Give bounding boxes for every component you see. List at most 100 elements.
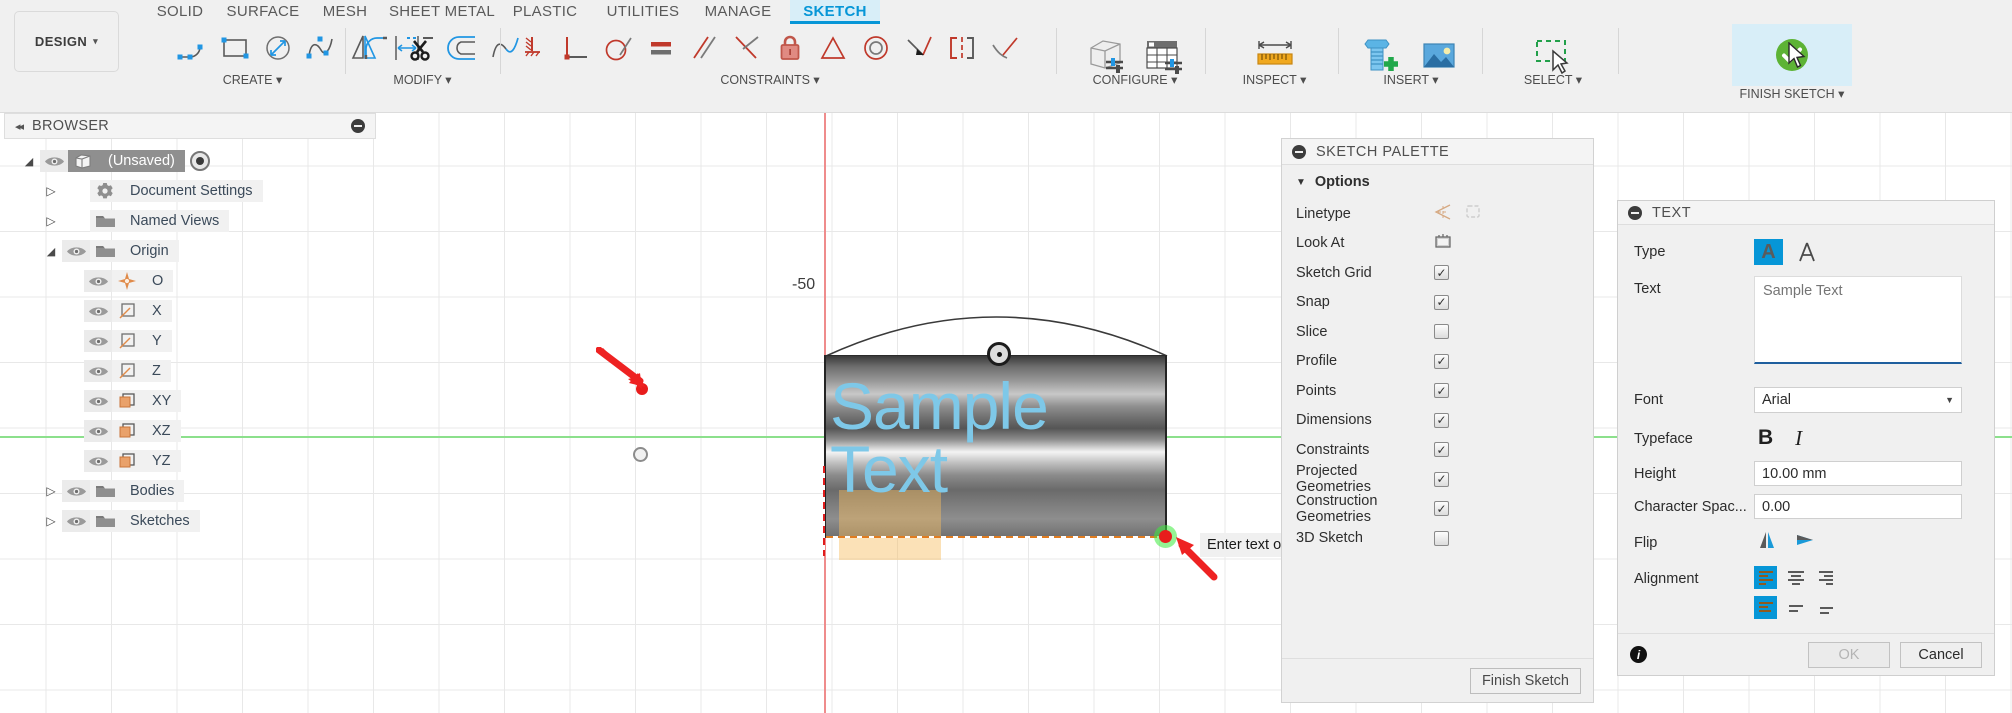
visibility-eye-icon[interactable] (84, 450, 112, 472)
ribbon-group-label-finish[interactable]: FINISH SKETCH ▾ (1732, 86, 1852, 101)
circle-dimension-icon[interactable] (256, 24, 299, 72)
sketch-origin-point[interactable] (633, 447, 648, 462)
browser-item-xz[interactable]: XZ (4, 416, 376, 446)
sketch-palette-row-linetype[interactable]: Linetype (1282, 199, 1593, 229)
character-spacing-input[interactable] (1754, 494, 1962, 519)
sketch-text-preview[interactable]: Sample Text (830, 373, 1160, 502)
checkbox-checked-icon[interactable]: ✓ (1434, 471, 1449, 487)
cancel-button[interactable]: Cancel (1900, 641, 1982, 668)
ribbon-tab-surface[interactable]: SURFACE (208, 0, 318, 24)
minus-circle-icon[interactable] (1628, 205, 1642, 220)
visibility-eye-icon[interactable] (62, 240, 90, 262)
ribbon-tab-utilities[interactable]: UTILITIES (588, 0, 698, 24)
parallel-icon[interactable] (682, 24, 725, 72)
tangent-icon[interactable] (596, 24, 639, 72)
minus-circle-icon[interactable] (351, 119, 365, 133)
browser-item-unsaved[interactable]: (Unsaved) (4, 146, 376, 176)
sketch-palette-row-construction-geometries[interactable]: Construction Geometries ✓ (1282, 493, 1593, 525)
spline-icon[interactable] (299, 24, 342, 72)
centerline-icon[interactable] (1434, 203, 1452, 224)
align-bottom-icon[interactable] (1814, 596, 1837, 619)
chevron-down-icon[interactable] (18, 155, 40, 168)
browser-item-yz[interactable]: YZ (4, 446, 376, 476)
sketch-palette-row-profile[interactable]: Profile ✓ (1282, 347, 1593, 377)
align-right-icon[interactable] (1814, 566, 1837, 589)
browser-item-y[interactable]: Y (4, 326, 376, 356)
visibility-eye-icon[interactable] (84, 360, 112, 382)
midpoint-icon[interactable] (811, 24, 854, 72)
browser-item-o[interactable]: O (4, 266, 376, 296)
checkbox-checked-icon[interactable]: ✓ (1434, 265, 1449, 281)
sketch-palette-row-points[interactable]: Points ✓ (1282, 376, 1593, 406)
checkbox-unchecked-icon[interactable] (1434, 530, 1449, 546)
ribbon-group-label-select[interactable]: SELECT ▾ (1498, 72, 1608, 87)
visibility-eye-icon[interactable] (84, 390, 112, 412)
fix-icon[interactable] (510, 24, 553, 72)
sketch-palette-row-sketch-grid[interactable]: Sketch Grid ✓ (1282, 258, 1593, 288)
text-input[interactable] (1754, 276, 1962, 364)
browser-item-x[interactable]: X (4, 296, 376, 326)
collapse-left-icon[interactable]: ◂◂ (15, 120, 24, 133)
sketch-palette-row-dimensions[interactable]: Dimensions ✓ (1282, 406, 1593, 436)
rectangle-icon[interactable] (213, 24, 256, 72)
sketch-palette-options-section[interactable]: ▼ Options (1282, 165, 1593, 199)
checkbox-unchecked-icon[interactable] (1434, 324, 1449, 340)
checkbox-checked-icon[interactable]: ✓ (1434, 501, 1449, 517)
align-center-icon[interactable] (1784, 566, 1807, 589)
sketch-palette-header[interactable]: SKETCH PALETTE (1282, 139, 1593, 165)
fillet-icon[interactable] (355, 24, 398, 72)
italic-icon[interactable]: I (1795, 426, 1802, 451)
sketch-palette-row-3d-sketch[interactable]: 3D Sketch (1282, 524, 1593, 554)
ribbon-group-label-modify[interactable]: MODIFY ▾ (355, 72, 490, 87)
symmetry-icon[interactable] (940, 24, 983, 72)
chevron-right-icon[interactable] (40, 214, 62, 228)
perpendicular-icon[interactable] (725, 24, 768, 72)
sketch-palette-row-snap[interactable]: Snap ✓ (1282, 288, 1593, 318)
visibility-eye-icon[interactable] (84, 420, 112, 442)
checkbox-checked-icon[interactable]: ✓ (1434, 442, 1449, 458)
browser-header[interactable]: ◂◂ BROWSER (4, 113, 376, 139)
visibility-eye-icon[interactable] (62, 480, 90, 502)
horizontal-vertical-icon[interactable] (553, 24, 596, 72)
minus-circle-icon[interactable] (1292, 144, 1306, 159)
finish-sketch-palette-button[interactable]: Finish Sketch (1469, 667, 1581, 694)
visibility-eye-icon[interactable] (62, 510, 90, 532)
visibility-eye-icon[interactable] (40, 150, 68, 172)
concentric-icon[interactable] (854, 24, 897, 72)
rotate-handle[interactable] (987, 342, 1011, 366)
linetype-icons[interactable] (1434, 203, 1482, 224)
construction-geometry-icon[interactable] (1464, 203, 1482, 224)
trim-icon[interactable] (398, 24, 441, 72)
bold-icon[interactable]: B (1758, 426, 1773, 451)
info-icon[interactable]: i (1630, 646, 1647, 663)
chevron-right-icon[interactable] (40, 514, 62, 528)
ribbon-tab-plastic[interactable]: PLASTIC (495, 0, 595, 24)
visibility-eye-icon[interactable] (84, 270, 112, 292)
ribbon-tab-sketch[interactable]: SKETCH (790, 0, 880, 24)
sketch-palette-row-slice[interactable]: Slice (1282, 317, 1593, 347)
browser-item-sketches[interactable]: Sketches (4, 506, 376, 536)
look-at-icon[interactable] (1434, 233, 1452, 253)
chevron-right-icon[interactable] (40, 184, 62, 198)
text-dialog-header[interactable]: TEXT (1618, 201, 1994, 225)
browser-item-document-settings[interactable]: Document Settings (4, 176, 376, 206)
sketch-palette-row-constraints[interactable]: Constraints ✓ (1282, 435, 1593, 465)
browser-item-bodies[interactable]: Bodies (4, 476, 376, 506)
collinear-icon[interactable] (983, 24, 1026, 72)
text-solid-icon[interactable]: A (1754, 239, 1783, 265)
browser-item-z[interactable]: Z (4, 356, 376, 386)
flip-horizontal-icon[interactable] (1794, 530, 1816, 555)
height-input[interactable] (1754, 461, 1962, 486)
ribbon-tab-manage[interactable]: MANAGE (688, 0, 788, 24)
text-outline-icon[interactable] (1792, 239, 1821, 265)
checkbox-checked-icon[interactable]: ✓ (1434, 383, 1449, 399)
chevron-right-icon[interactable] (40, 484, 62, 498)
align-left-icon[interactable] (1754, 566, 1777, 589)
checkbox-checked-icon[interactable]: ✓ (1434, 353, 1449, 369)
checkbox-checked-icon[interactable]: ✓ (1434, 412, 1449, 428)
arc-icon[interactable] (170, 24, 213, 72)
checkbox-checked-icon[interactable]: ✓ (1434, 294, 1449, 310)
offset-icon[interactable] (441, 24, 484, 72)
chevron-down-icon[interactable] (40, 245, 62, 258)
browser-item-named-views[interactable]: Named Views (4, 206, 376, 236)
